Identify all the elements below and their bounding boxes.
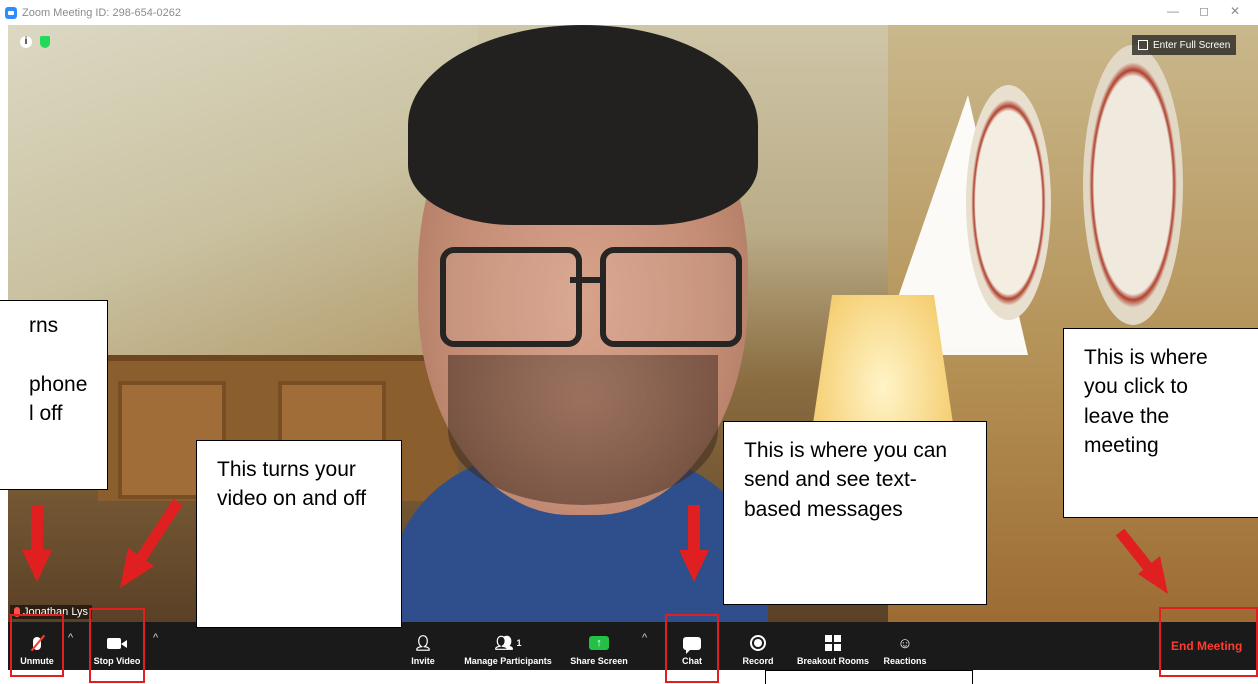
video-arrow-shaft <box>135 498 183 564</box>
annotation-arrows <box>22 498 1168 594</box>
mic-arrow-shaft <box>31 505 43 553</box>
end-meeting-arrow-shaft <box>1115 528 1157 576</box>
chat-arrow-shaft <box>688 505 700 553</box>
mic-arrow-head <box>22 550 52 582</box>
chat-arrow-head <box>679 550 709 582</box>
